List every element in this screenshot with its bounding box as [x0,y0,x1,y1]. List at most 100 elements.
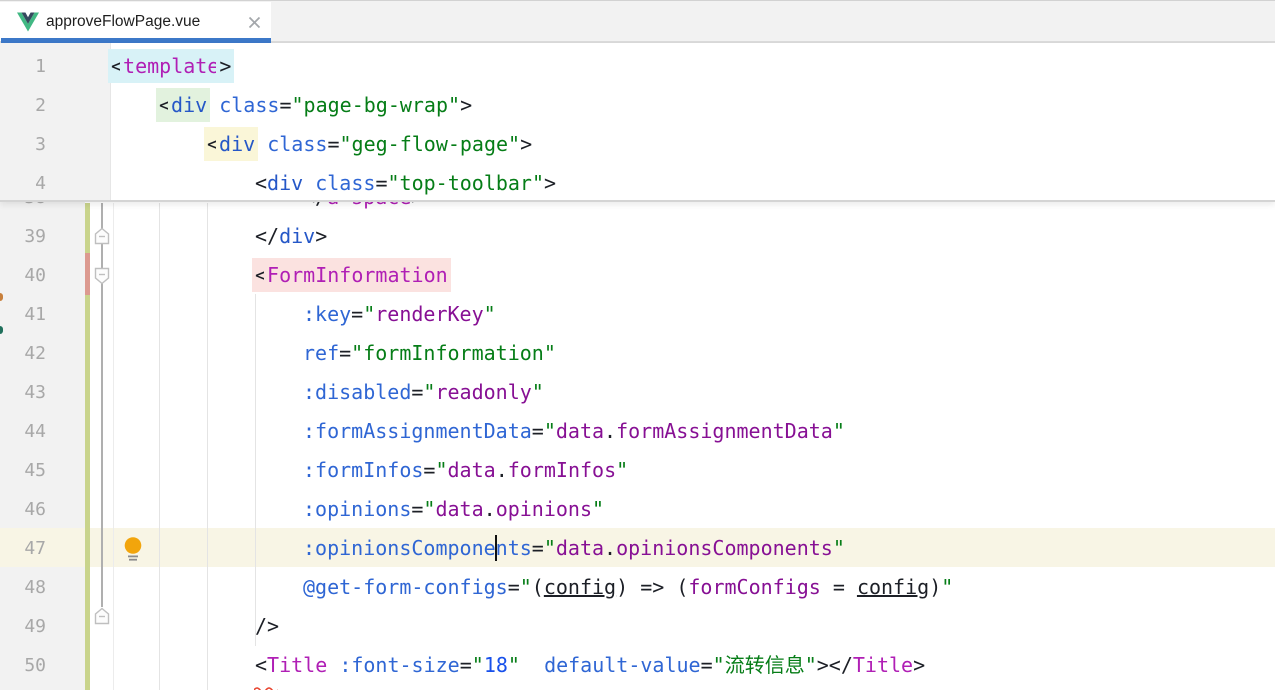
code-token: default-value [544,653,701,677]
code-token: " [941,575,953,599]
code-token: </ [255,224,279,248]
tab-approveflowpage[interactable]: approveFlowPage.vue [0,2,271,41]
code-token [255,132,267,156]
code-token: . [496,458,508,482]
code-line[interactable]: 50 <Title :font-size="18" default-value="… [0,646,1275,685]
code-text[interactable]: :key="renderKey" [303,295,496,334]
code-token: Title [853,653,913,677]
code-line[interactable]: 47 :opinionsComponents="data.opinionsComp… [0,529,1275,568]
code-text[interactable]: /> [255,607,279,646]
line-number[interactable]: 50 [0,646,46,685]
text-caret [495,535,497,561]
code-token: :formInfos [303,458,423,482]
code-token: " [833,536,845,560]
line-number[interactable]: 45 [0,451,46,490]
code-line[interactable]: 45 :formInfos="data.formInfos" [0,451,1275,490]
code-line[interactable]: 41 :key="renderKey" [0,295,1275,334]
fold-start-icon[interactable] [94,267,110,285]
code-token: ( [532,575,544,599]
line-number[interactable]: 3 [0,125,46,164]
line-number[interactable]: 41 [0,295,46,334]
code-token: :disabled [303,380,411,404]
code-token: 18 [484,653,508,677]
code-text[interactable]: <Title :font-size="18" default-value="流转… [255,646,925,685]
code-token: > [216,49,234,83]
code-token: = [327,132,339,156]
code-token: opinions [496,497,592,521]
code-line[interactable]: 40 <FormInformation [0,256,1275,295]
code-line[interactable]: 44 :formAssignmentData="data.formAssignme… [0,412,1275,451]
code-token [303,171,315,195]
code-token: </ [829,653,853,677]
code-text[interactable]: :opinions="data.opinions" [303,490,604,529]
code-token: > [411,202,423,209]
line-number[interactable]: 44 [0,412,46,451]
line-number[interactable]: 46 [0,490,46,529]
code-line[interactable]: 39 </div> [0,217,1275,256]
line-number[interactable]: 43 [0,373,46,412]
code-text[interactable]: <div class="top-toolbar"> [255,164,556,203]
code-line[interactable]: 38 </a-space> [0,202,1275,217]
code-line[interactable]: 1 <template> [0,47,1275,86]
code-token: :formAssignmentData [303,419,532,443]
code-token: class [315,171,375,195]
code-token: :opinions [303,497,411,521]
code-line[interactable]: 48@get-form-configs="(config) => (formCo… [0,568,1275,607]
code-token: "top-toolbar" [387,171,544,195]
code-token: = [375,171,387,195]
code-token: " [616,458,628,482]
line-number[interactable]: 38 [0,202,46,217]
code-line[interactable]: 4 <div class="top-toolbar"> [0,164,1275,203]
line-number[interactable]: 49 [0,607,46,646]
fold-end-icon[interactable] [94,227,110,245]
code-token [327,653,339,677]
line-number[interactable]: 1 [0,47,46,86]
code-text[interactable]: <FormInformation [255,256,448,295]
code-text[interactable]: <template> [111,47,231,86]
code-token: = [460,653,472,677]
code-token: " [435,458,447,482]
code-line[interactable]: 46 :opinions="data.opinions" [0,490,1275,529]
code-token: " [833,419,845,443]
code-text[interactable]: ref="formInformation" [303,334,556,373]
code-token: </ [303,202,327,209]
line-number[interactable]: 4 [0,164,46,203]
code-text[interactable]: </div> [255,217,327,256]
code-token: = [701,653,713,677]
code-text[interactable]: <div class="geg-flow-page"> [207,125,532,164]
code-token: > [315,224,327,248]
code-text[interactable]: :formAssignmentData="data.formAssignment… [303,412,845,451]
code-text[interactable]: </a-space> [303,202,423,217]
code-token: div [267,171,303,195]
code-token: "page-bg-wrap" [291,93,460,117]
line-number[interactable]: 48 [0,568,46,607]
code-text[interactable]: :formInfos="data.formInfos" [303,451,628,490]
line-number[interactable]: 40 [0,256,46,295]
code-token: > [520,132,532,156]
line-number[interactable]: 2 [0,86,46,125]
code-text[interactable]: <div class="page-bg-wrap"> [159,86,472,125]
line-number[interactable]: 39 [0,217,46,256]
code-line[interactable]: 3 <div class="geg-flow-page"> [0,125,1275,164]
code-text[interactable]: :disabled="readonly" [303,373,544,412]
intention-bulb-icon[interactable] [124,536,142,562]
code-token: "formInformation" [351,341,556,365]
ide-editor-window: approveFlowPage.vue 38</a-space>39</div>… [0,0,1275,690]
code-token [207,93,219,117]
code-token: " [544,419,556,443]
code-line[interactable]: 49 /> [0,607,1275,646]
code-token: = [411,380,423,404]
fold-end-icon[interactable] [94,607,110,625]
close-icon[interactable] [246,14,263,31]
code-line[interactable]: 42 ref="formInformation" [0,334,1275,373]
line-number[interactable]: 47 [0,529,46,568]
code-line[interactable]: 43 :disabled="readonly" [0,373,1275,412]
code-text[interactable]: @get-form-configs="(config) => (formConf… [303,568,953,607]
code-token: = [351,302,363,326]
code-area[interactable]: 38</a-space>39</div>40<FormInformation41… [0,202,1275,690]
code-token: " [592,497,604,521]
code-token: . [604,536,616,560]
code-line[interactable]: 2 <div class="page-bg-wrap"> [0,86,1275,125]
code-text[interactable]: :opinionsComponents="data.opinionsCompon… [303,529,845,568]
line-number[interactable]: 42 [0,334,46,373]
